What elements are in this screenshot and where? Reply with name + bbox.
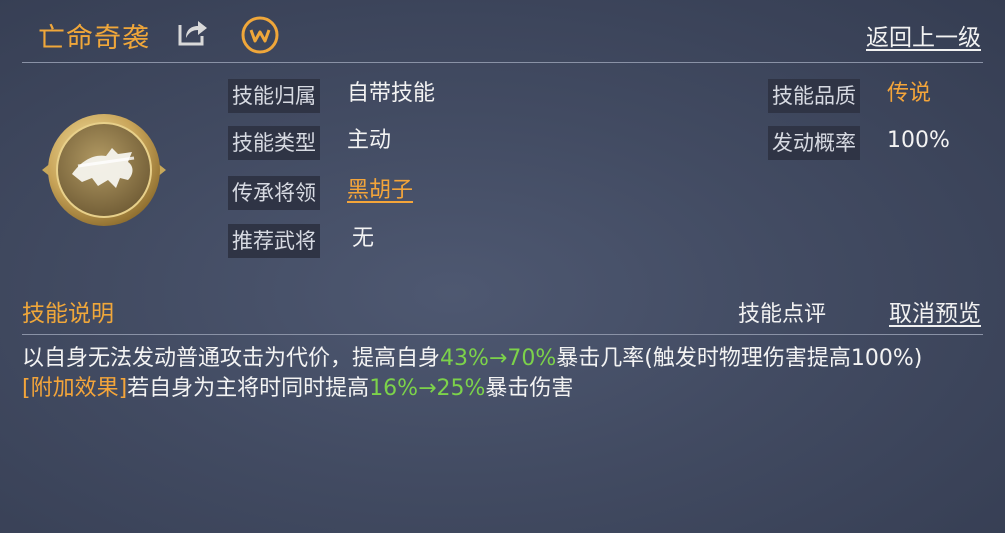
field-value-chance: 100% [887, 128, 950, 153]
back-button[interactable]: 返回上一级 [866, 18, 981, 52]
wechat-icon[interactable] [240, 15, 280, 55]
skill-review-button[interactable]: 技能点评 [738, 296, 826, 328]
field-value-recommend: 无 [352, 226, 375, 251]
extra-effect-tag: [附加效果] [22, 376, 128, 401]
inherit-general-link[interactable]: 黑胡子 [347, 174, 413, 208]
description-line-1: 以自身无法发动普通攻击为代价，提高自身43%→70%暴击几率(触发时物理伤害提高… [22, 346, 923, 371]
field-value-type: 主动 [347, 128, 392, 153]
skill-title: 亡命奇袭 [38, 23, 150, 54]
field-label-recommend: 推荐武将 [228, 224, 320, 258]
cancel-preview-button[interactable]: 取消预览 [889, 294, 981, 328]
field-value-ownership: 自带技能 [347, 81, 436, 106]
description-title: 技能说明 [22, 301, 114, 327]
field-label-inherit: 传承将领 [228, 176, 320, 210]
share-icon[interactable] [176, 17, 210, 47]
divider [22, 62, 983, 63]
field-label-type: 技能类型 [228, 126, 320, 160]
divider [22, 334, 983, 335]
field-label-chance: 发动概率 [768, 126, 860, 160]
field-label-quality: 技能品质 [768, 79, 860, 113]
field-label-ownership: 技能归属 [228, 79, 320, 113]
highlight-value: 16%→25% [369, 376, 486, 401]
skill-description: 以自身无法发动普通攻击为代价，提高自身43%→70%暴击几率(触发时物理伤害提高… [22, 344, 984, 404]
field-value-quality: 传说 [887, 81, 932, 106]
highlight-value: 43%→70% [440, 346, 557, 371]
galloping-horse-icon [42, 108, 166, 232]
description-line-2: [附加效果]若自身为主将时同时提高16%→25%暴击伤害 [22, 376, 574, 401]
